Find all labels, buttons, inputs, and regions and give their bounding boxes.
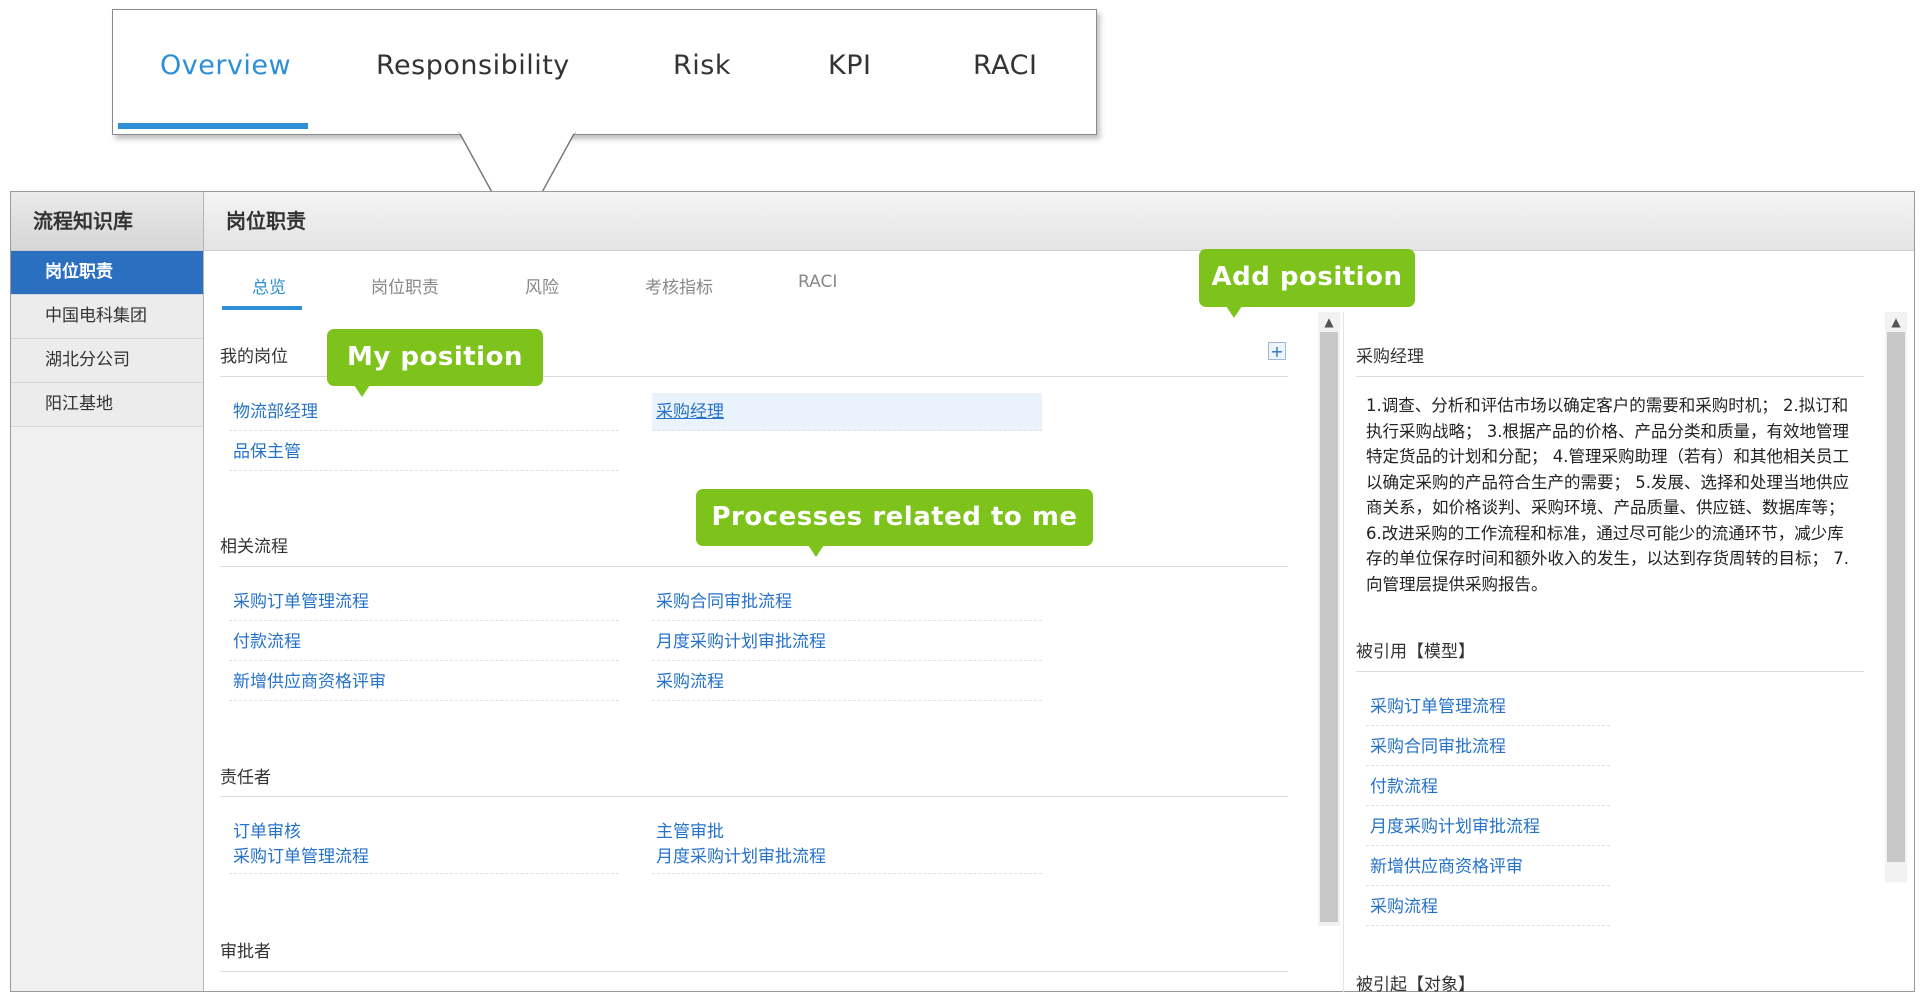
approver-title: 审批者 xyxy=(220,942,271,962)
subtab-responsibility[interactable]: 岗位职责 xyxy=(371,273,439,298)
scroll-up-icon[interactable]: ▲ xyxy=(1885,312,1907,332)
subtab-raci[interactable]: RACI xyxy=(798,272,837,292)
badge-tail xyxy=(354,385,370,397)
tab-overview[interactable]: Overview xyxy=(160,50,291,81)
panel-divider xyxy=(1343,312,1344,992)
model-link[interactable]: 月度采购计划审批流程 xyxy=(1366,808,1610,846)
main-scrollbar[interactable]: ▲ xyxy=(1318,312,1340,926)
processes-related-badge: Processes related to me xyxy=(696,489,1093,546)
responsible-activity[interactable]: 订单审核 xyxy=(233,820,619,845)
model-link[interactable]: 采购订单管理流程 xyxy=(1366,688,1610,726)
divider xyxy=(1356,376,1864,377)
model-link[interactable]: 新增供应商资格评审 xyxy=(1366,848,1610,886)
position-link[interactable]: 物流部经理 xyxy=(229,393,619,431)
tab-kpi[interactable]: KPI xyxy=(828,50,871,81)
badge-tail xyxy=(1226,306,1242,318)
sidebar: 流程知识库 岗位职责 中国电科集团 湖北分公司 阳江基地 xyxy=(11,192,204,991)
model-link[interactable]: 采购合同审批流程 xyxy=(1366,728,1610,766)
process-link[interactable]: 付款流程 xyxy=(229,623,619,661)
tab-raci[interactable]: RACI xyxy=(973,50,1037,81)
scroll-up-icon[interactable]: ▲ xyxy=(1318,312,1340,332)
sidebar-item-group[interactable]: 中国电科集团 xyxy=(11,295,203,339)
sidebar-item-hubei-branch[interactable]: 湖北分公司 xyxy=(11,339,203,383)
responsible-title: 责任者 xyxy=(220,768,271,788)
scroll-thumb[interactable] xyxy=(1320,332,1338,922)
subtab-kpi[interactable]: 考核指标 xyxy=(645,273,713,298)
responsible-entry[interactable]: 主管审批 月度采购计划审批流程 xyxy=(652,820,1042,874)
position-link-selected[interactable]: 采购经理 xyxy=(652,393,1042,431)
plus-icon[interactable]: + xyxy=(1268,342,1286,360)
tab-risk[interactable]: Risk xyxy=(673,50,731,81)
divider xyxy=(220,971,1288,972)
subtab-overview[interactable]: 总览 xyxy=(252,273,286,298)
divider xyxy=(1356,671,1864,672)
my-position-badge: My position xyxy=(327,329,543,386)
referenced-object-title: 被引起【对象】 xyxy=(1356,975,1475,995)
right-panel-title: 采购经理 xyxy=(1356,347,1424,367)
responsible-process[interactable]: 月度采购计划审批流程 xyxy=(656,845,1042,870)
model-link[interactable]: 采购流程 xyxy=(1366,888,1610,926)
page-title: 岗位职责 xyxy=(204,192,1914,251)
referenced-model-title: 被引用【模型】 xyxy=(1356,642,1475,662)
related-processes-title: 相关流程 xyxy=(220,537,288,557)
tab-responsibility[interactable]: Responsibility xyxy=(376,50,570,81)
sidebar-title: 流程知识库 xyxy=(11,192,203,251)
subtab-risk[interactable]: 风险 xyxy=(525,273,559,298)
active-tab-indicator xyxy=(118,123,308,129)
process-link[interactable]: 采购合同审批流程 xyxy=(652,583,1042,621)
responsible-process[interactable]: 采购订单管理流程 xyxy=(233,845,619,870)
badge-tail xyxy=(808,545,824,557)
my-position-title: 我的岗位 xyxy=(220,347,288,367)
process-link[interactable]: 新增供应商资格评审 xyxy=(229,663,619,701)
responsible-activity[interactable]: 主管审批 xyxy=(656,820,1042,845)
process-link[interactable]: 采购流程 xyxy=(652,663,1042,701)
sidebar-item-yangjiang-base[interactable]: 阳江基地 xyxy=(11,383,203,427)
add-position-badge: Add position xyxy=(1199,249,1415,307)
subtab-indicator xyxy=(222,306,302,310)
process-link[interactable]: 采购订单管理流程 xyxy=(229,583,619,621)
divider xyxy=(220,566,1288,567)
position-link[interactable]: 品保主管 xyxy=(229,433,619,471)
position-description: 1.调查、分析和评估市场以确定客户的需要和采购时机； 2.拟订和执行采购战略； … xyxy=(1366,396,1849,594)
right-scrollbar[interactable]: ▲ xyxy=(1885,312,1907,882)
divider xyxy=(220,796,1288,797)
process-link[interactable]: 月度采购计划审批流程 xyxy=(652,623,1042,661)
scroll-thumb[interactable] xyxy=(1887,332,1905,862)
responsible-entry[interactable]: 订单审核 采购订单管理流程 xyxy=(229,820,619,874)
tab-callout: Overview Responsibility Risk KPI RACI xyxy=(112,9,1097,135)
model-link[interactable]: 付款流程 xyxy=(1366,768,1610,806)
sidebar-item-position-duties[interactable]: 岗位职责 xyxy=(11,251,203,295)
